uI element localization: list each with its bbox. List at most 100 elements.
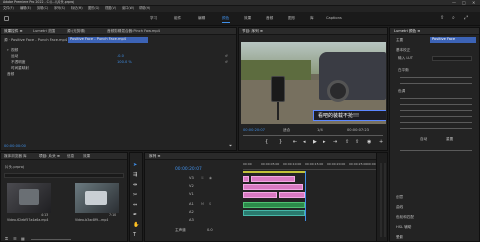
add-button-icon[interactable]: + (379, 140, 383, 145)
lumetri-hsl-secondary[interactable]: HSL 辅助 (396, 225, 411, 230)
fit-dropdown[interactable]: 适合 (283, 128, 290, 133)
step-forward-icon[interactable]: ▸ (323, 140, 326, 145)
section-time-remap[interactable]: 时间重映射 (11, 66, 29, 71)
thumbnail-size-slider[interactable] (31, 239, 71, 240)
track-lock-icon[interactable]: ⚿ (201, 176, 204, 180)
program-video-frame[interactable]: 看吧的装载不抢!!! (241, 42, 386, 124)
playhead[interactable] (305, 171, 306, 221)
quick-export-icon[interactable]: ⇪ (440, 16, 444, 21)
go-to-in-icon[interactable]: ⇤ (293, 140, 297, 145)
menu-clip[interactable]: 剪辑(C) (37, 7, 48, 10)
tint-slider[interactable] (400, 83, 472, 84)
tab-audio-mixer[interactable]: 音频剪辑混合器:Pinch Faw.mp4 (107, 29, 160, 34)
effect-controls-timecode[interactable]: 00:00:00:00 (4, 144, 26, 149)
workspace-assembly[interactable]: 组件 (174, 16, 181, 21)
track-mute-icon[interactable]: M (201, 202, 204, 206)
maximize-icon[interactable]: □ (462, 1, 466, 5)
section-audio[interactable]: 音频 (7, 72, 14, 77)
timeline-title[interactable]: 序列 ≡ (149, 154, 160, 159)
workspace-color[interactable]: 颜色 (222, 16, 229, 21)
tab-effect-controls[interactable]: 效果控件 ≡ (4, 29, 23, 34)
workspace-graphics[interactable]: 图形 (288, 16, 295, 21)
program-timecode-left[interactable]: 00:00:20:07 (243, 128, 265, 133)
section-opacity[interactable]: 不透明度 (11, 60, 25, 65)
lut-dropdown[interactable] (432, 56, 472, 61)
lumetri-tab-master[interactable]: 主要 (396, 38, 403, 43)
lumetri-tone[interactable]: 色调 (398, 89, 405, 94)
section-motion[interactable]: 运动 (11, 54, 18, 59)
icon-view-icon[interactable]: ▦ (21, 237, 25, 241)
track-select-icon[interactable]: ⇶ (133, 173, 137, 178)
lumetri-clip-tab[interactable]: Positive Face (430, 37, 476, 43)
menu-edit[interactable]: 编辑(E) (20, 7, 31, 10)
tab-effects[interactable]: 效果 (83, 154, 90, 159)
ripple-edit-icon[interactable]: ⇹ (133, 183, 137, 188)
clip-v1-2[interactable] (279, 192, 305, 198)
lumetri-white-balance[interactable]: 白平衡 (398, 68, 409, 73)
project-item-thumb-1[interactable] (7, 183, 51, 213)
track-solo-icon[interactable]: S (209, 202, 211, 206)
hand-tool-icon[interactable]: ✋ (133, 223, 139, 228)
menu-help[interactable]: 帮助(H) (139, 7, 150, 10)
whites-slider[interactable] (400, 122, 472, 123)
search-icon[interactable]: ⌕ (452, 16, 455, 21)
fx-collapse-icon[interactable]: ▾ (7, 48, 9, 52)
program-title[interactable]: 节目: 序列 ≡ (242, 29, 263, 34)
fullscreen-icon[interactable]: ⤢ (464, 16, 468, 21)
workspace-editing[interactable]: 编辑 (198, 16, 205, 21)
lumetri-basic-correction[interactable]: 基本校正 (396, 48, 410, 53)
clip-v3-2[interactable] (251, 176, 295, 182)
contrast-slider[interactable] (400, 104, 472, 105)
lumetri-vignette[interactable]: 晕影 (396, 235, 403, 240)
lumetri-reset-button[interactable]: 重置 (446, 137, 453, 142)
lumetri-curves[interactable]: 曲线 (396, 205, 403, 210)
step-back-icon[interactable]: ◂ (303, 140, 306, 145)
filter-icon[interactable]: ⏷ (229, 144, 232, 148)
pen-tool-icon[interactable]: ✒ (133, 213, 137, 218)
export-frame-icon[interactable]: ◉ (367, 140, 371, 145)
menu-window[interactable]: 窗口(W) (122, 7, 134, 10)
timeline-ruler[interactable] (243, 169, 383, 170)
lumetri-creative[interactable]: 创意 (396, 195, 403, 200)
work-area-bar[interactable] (243, 171, 305, 173)
menu-sequence[interactable]: 序列(S) (54, 7, 65, 10)
razor-tool-icon[interactable]: ✂ (133, 193, 137, 198)
project-search-input[interactable] (4, 173, 124, 178)
temperature-slider[interactable] (400, 77, 472, 78)
clip-v3-1[interactable] (243, 176, 249, 182)
clip-a1-1[interactable] (243, 202, 305, 208)
mark-out-icon[interactable]: } (279, 140, 282, 145)
workspace-learn[interactable]: 学习 (150, 16, 157, 21)
tab-libraries[interactable]: 库 (23, 154, 27, 159)
reset-opacity-icon[interactable]: ↺ (225, 60, 228, 64)
tab-source[interactable]: 源:(无剪辑) (67, 29, 85, 34)
track-eye-icon[interactable]: ◉ (209, 176, 212, 180)
lumetri-color-wheels[interactable]: 色轮和匹配 (396, 215, 414, 220)
type-tool-icon[interactable]: T (133, 233, 136, 238)
tab-media-browser[interactable]: 媒体浏览器 (4, 154, 22, 159)
track-v3[interactable]: V3 (189, 176, 194, 181)
slip-tool-icon[interactable]: ⇔ (133, 203, 137, 208)
menu-view[interactable]: 视图(V) (105, 7, 116, 10)
project-item-thumb-2[interactable] (75, 183, 119, 213)
tab-project[interactable]: 项目: 片头 ≡ (39, 154, 60, 159)
lock-icon[interactable]: ⚿ (5, 237, 8, 241)
list-view-icon[interactable]: ☰ (13, 237, 17, 241)
close-icon[interactable]: ✕ (472, 1, 475, 5)
quality-dropdown[interactable]: 1/4 (317, 128, 323, 133)
tab-lumetri-scopes[interactable]: Lumetri 范围 (33, 29, 55, 34)
track-a2[interactable]: A2 (189, 210, 194, 215)
exposure-slider[interactable] (400, 98, 472, 99)
go-to-out-icon[interactable]: ⇥ (333, 140, 337, 145)
saturation-slider[interactable] (400, 150, 472, 151)
project-item-name-1[interactable]: Video-62ebf57a4a6a.mp4 (7, 218, 48, 222)
clip-v1-1[interactable] (243, 192, 277, 198)
workspace-libraries[interactable]: 库 (310, 16, 314, 21)
workspace-captions[interactable]: Captions (326, 16, 342, 21)
lumetri-auto-button[interactable]: 自动 (420, 137, 427, 142)
play-icon[interactable]: ▶ (313, 140, 317, 145)
motion-value[interactable]: .0.0 (117, 54, 124, 59)
extract-icon[interactable]: ⇪ (355, 140, 359, 145)
clip-a2-1[interactable] (243, 210, 305, 216)
lumetri-title[interactable]: Lumetri 颜色 ≡ (394, 29, 420, 34)
